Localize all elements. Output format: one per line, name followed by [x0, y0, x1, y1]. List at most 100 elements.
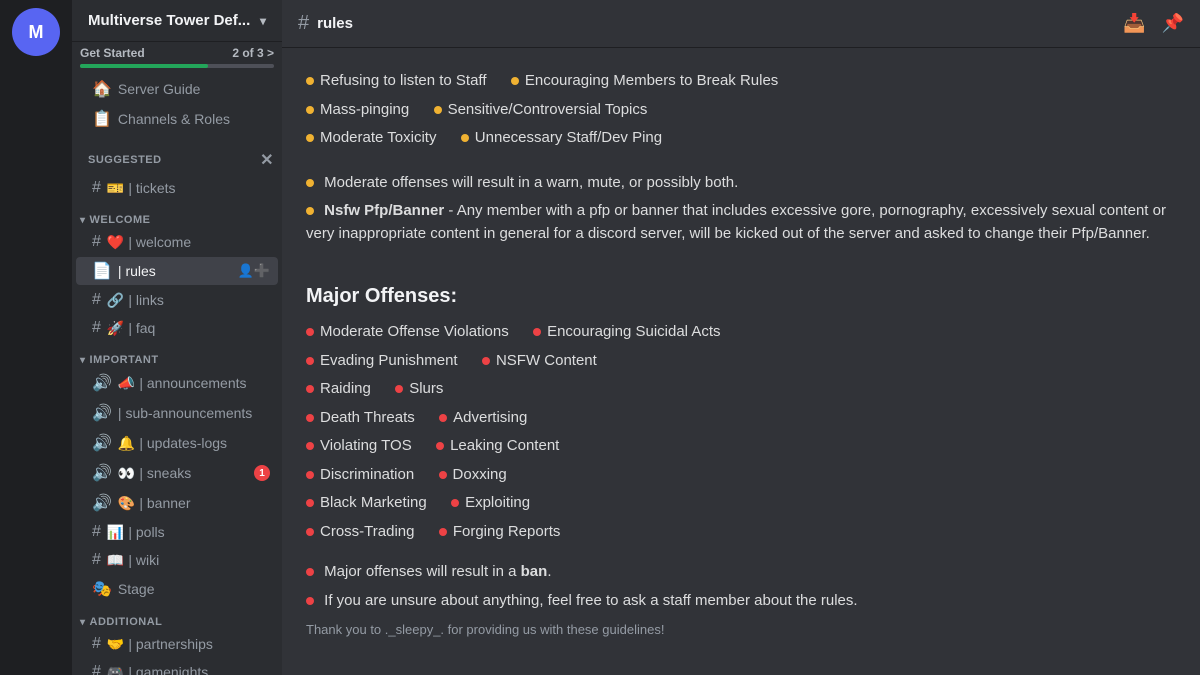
bullet-text: Exploiting	[465, 492, 530, 515]
sidebar-item-gamenights[interactable]: # 🎮 | gamenights	[76, 659, 278, 675]
progress-bar-background	[80, 64, 274, 68]
server-sidebar: M	[0, 0, 72, 675]
category-additional[interactable]: ▾ ADDITIONAL	[72, 604, 282, 630]
server-guide-label: Server Guide	[118, 81, 200, 97]
server-icon[interactable]: M	[12, 8, 60, 56]
bullet-text: NSFW Content	[496, 350, 597, 373]
sidebar-item-tickets[interactable]: # 🎫 | tickets	[76, 175, 278, 201]
bullet-text: Slurs	[409, 378, 443, 401]
sidebar-item-channels-roles[interactable]: 📋 Channels & Roles	[76, 105, 278, 133]
wiki-emoji: 📖	[107, 552, 124, 569]
sidebar-item-sub-announcements[interactable]: 🔊 | sub-announcements	[76, 399, 278, 427]
stage-icon: 🎭	[92, 579, 112, 599]
banner-emoji: 🎨	[118, 495, 135, 512]
pin-icon[interactable]: 📌	[1162, 13, 1184, 34]
get-started-progress: 2 of 3 >	[232, 46, 274, 60]
channel-sidebar: Multiverse Tower Def... ▾ Get Started 2 …	[72, 0, 282, 675]
progress-bar-fill	[80, 64, 208, 68]
bullet-text: Evading Punishment	[320, 350, 458, 373]
bullet-text: Refusing to listen to Staff	[320, 70, 487, 93]
get-started-section: Get Started 2 of 3 >	[72, 42, 282, 74]
get-started-label: Get Started	[80, 46, 145, 60]
suggested-section-label: SUGGESTED ✕	[72, 134, 282, 174]
bullet-dot	[461, 134, 469, 142]
bullet-dot	[306, 179, 314, 187]
category-important-label: IMPORTANT	[90, 354, 159, 366]
sidebar-item-banner[interactable]: 🔊 🎨 | banner	[76, 489, 278, 517]
thank-you-text: Thank you to ._sleepy_. for providing us…	[306, 620, 1176, 640]
links-emoji: 🔗	[107, 292, 124, 309]
bullet-row: Discrimination Doxxing	[306, 464, 1176, 487]
speaker-icon: 🔊	[92, 433, 112, 453]
message-area[interactable]: Refusing to listen to Staff Encouraging …	[282, 48, 1200, 675]
caret-icon: ▾	[80, 617, 86, 628]
sidebar-item-rules[interactable]: 📄 | rules 👤➕	[76, 257, 278, 285]
bullet-dot	[306, 207, 314, 215]
welcome-emoji: ❤️	[107, 234, 124, 251]
bullet-row: Violating TOS Leaking Content	[306, 435, 1176, 458]
tickets-emoji: 🎫	[107, 180, 124, 197]
channels-roles-icon: 📋	[92, 109, 112, 129]
sidebar-item-wiki[interactable]: # 📖 | wiki	[76, 547, 278, 573]
polls-label: | polls	[128, 524, 164, 540]
bullet-dot	[306, 442, 314, 450]
sidebar-item-welcome[interactable]: # ❤️ | welcome	[76, 229, 278, 255]
category-important[interactable]: ▾ IMPORTANT	[72, 342, 282, 368]
gamenights-label: | gamenights	[128, 664, 208, 675]
moderate-note: Moderate offenses will result in a warn,…	[306, 172, 1176, 195]
bullet-dot	[306, 471, 314, 479]
sidebar-item-stage[interactable]: 🎭 Stage	[76, 575, 278, 603]
sidebar-item-partnerships[interactable]: # 🤝 | partnerships	[76, 631, 278, 657]
bullet-dot	[306, 414, 314, 422]
ban-note: Major offenses will result in a ban.	[306, 561, 1176, 584]
tickets-label: | tickets	[128, 180, 175, 196]
bullet-dot	[306, 134, 314, 142]
speaker-icon: 🔊	[92, 493, 112, 513]
caret-icon: ▾	[80, 355, 86, 366]
sneaks-badge: 1	[254, 465, 270, 481]
stage-label: Stage	[118, 581, 155, 597]
top-bar: # rules 📥 📌	[282, 0, 1200, 48]
warning-system-heading: Warning System	[306, 670, 1176, 675]
sidebar-item-faq[interactable]: # 🚀 | faq	[76, 315, 278, 341]
polls-emoji: 📊	[107, 524, 124, 541]
bullet-dot	[439, 414, 447, 422]
server-guide-icon: 🏠	[92, 79, 112, 99]
bullet-dot	[306, 357, 314, 365]
sidebar-item-announcements[interactable]: 🔊 📣 | announcements	[76, 369, 278, 397]
close-suggested-icon[interactable]: ✕	[260, 150, 274, 170]
server-name: Multiverse Tower Def...	[88, 12, 250, 29]
add-user-icon[interactable]: 👤➕	[238, 263, 270, 279]
updates-logs-label: | updates-logs	[139, 435, 227, 451]
hash-icon: #	[92, 319, 101, 337]
sidebar-item-links[interactable]: # 🔗 | links	[76, 287, 278, 313]
rules-icon: 📄	[92, 261, 112, 281]
links-label: | links	[128, 292, 164, 308]
bullet-text: Sensitive/Controversial Topics	[448, 99, 648, 122]
sidebar-item-polls[interactable]: # 📊 | polls	[76, 519, 278, 545]
bullet-text: Encouraging Members to Break Rules	[525, 70, 778, 93]
bullet-dot	[395, 385, 403, 393]
category-welcome[interactable]: ▾ WELCOME	[72, 202, 282, 228]
announcements-label: | announcements	[139, 375, 246, 391]
bullet-text: Doxxing	[453, 464, 507, 487]
bullet-dot	[511, 77, 519, 85]
channels-roles-label: Channels & Roles	[118, 111, 230, 127]
bullet-row: Death Threats Advertising	[306, 407, 1176, 430]
faq-label: | faq	[128, 320, 155, 336]
bullet-dot	[306, 106, 314, 114]
sneaks-emoji: 👀	[118, 465, 135, 482]
sidebar-item-server-guide[interactable]: 🏠 Server Guide	[76, 75, 278, 103]
category-welcome-label: WELCOME	[90, 214, 151, 226]
bullet-dot	[306, 328, 314, 336]
inbox-icon[interactable]: 📥	[1123, 13, 1145, 34]
faq-emoji: 🚀	[107, 320, 124, 337]
sidebar-item-sneaks[interactable]: 🔊 👀 | sneaks 1	[76, 459, 278, 487]
sidebar-item-updates-logs[interactable]: 🔊 🔔 | updates-logs	[76, 429, 278, 457]
bullet-text: Advertising	[453, 407, 527, 430]
bullet-text: Violating TOS	[320, 435, 412, 458]
speaker-icon: 🔊	[92, 463, 112, 483]
major-offenses-heading: Major Offenses:	[306, 281, 1176, 311]
server-header[interactable]: Multiverse Tower Def... ▾	[72, 0, 282, 42]
category-additional-label: ADDITIONAL	[90, 616, 163, 628]
